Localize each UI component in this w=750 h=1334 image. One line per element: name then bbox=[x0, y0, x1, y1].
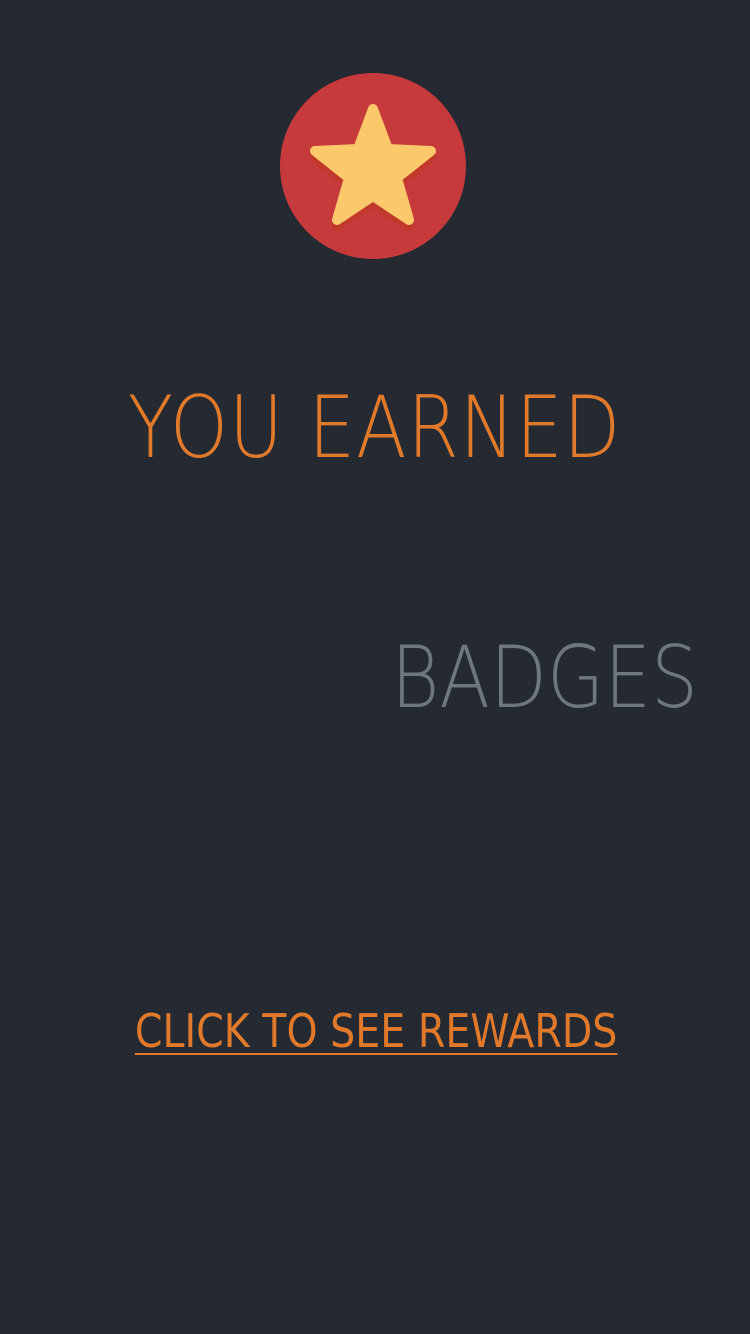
subheadline-badges: BADGES bbox=[391, 628, 698, 728]
star-icon bbox=[310, 104, 436, 231]
see-rewards-link[interactable]: CLICK TO SEE REWARDS bbox=[54, 1004, 699, 1058]
badge-medal bbox=[280, 73, 466, 259]
headline-you-earned: YOU EARNED bbox=[127, 378, 622, 478]
